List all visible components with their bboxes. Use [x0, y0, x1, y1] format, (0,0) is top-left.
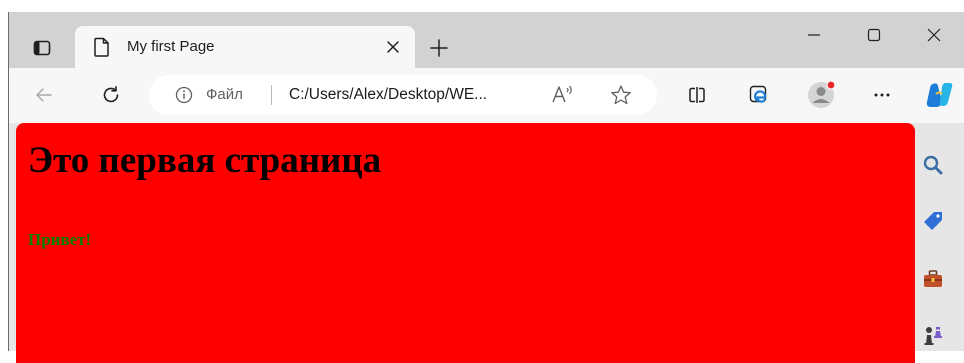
maximize-button[interactable]: [844, 12, 904, 58]
tab-actions-button[interactable]: [22, 32, 62, 64]
toolbar: Файл C:/Users/Alex/Desktop/WE...: [8, 68, 964, 123]
sidebar: [909, 123, 956, 351]
address-url[interactable]: C:/Users/Alex/Desktop/WE...: [289, 86, 487, 104]
address-bar[interactable]: Файл C:/Users/Alex/Desktop/WE...: [149, 75, 657, 115]
ie-mode-button[interactable]: [742, 78, 776, 112]
tab-bar: My first Page: [8, 12, 964, 68]
tag-icon: [924, 212, 942, 230]
address-scheme-label: Файл: [206, 86, 243, 103]
close-tab-button[interactable]: [383, 37, 403, 57]
new-tab-button[interactable]: [424, 33, 454, 63]
profile-icon: [808, 80, 836, 108]
back-arrow-icon: [36, 88, 52, 102]
sidebar-tools-button[interactable]: [919, 265, 947, 293]
window-left-edge: [8, 12, 9, 351]
refresh-icon: [103, 86, 119, 103]
star-icon: [611, 85, 631, 105]
desktop-strip: [0, 0, 964, 12]
address-separator: [271, 85, 272, 105]
back-button[interactable]: [27, 78, 61, 112]
split-screen-button[interactable]: [680, 78, 714, 112]
info-icon: [175, 86, 193, 104]
search-icon: [923, 155, 943, 175]
sidebar-games-button[interactable]: [919, 321, 947, 349]
site-info-button[interactable]: [175, 86, 193, 109]
maximize-icon: [867, 28, 881, 42]
close-window-icon: [927, 28, 941, 42]
ie-mode-icon: [749, 85, 767, 103]
close-window-button[interactable]: [904, 12, 964, 58]
tab-actions-icon: [33, 40, 51, 56]
read-aloud-button[interactable]: [551, 83, 577, 112]
sidebar-shopping-button[interactable]: [919, 207, 947, 235]
plus-icon: [430, 39, 448, 57]
sidebar-search-button[interactable]: [919, 151, 947, 179]
copilot-button[interactable]: [922, 78, 956, 112]
chess-icon: [924, 327, 942, 345]
page-heading: Это первая страница: [28, 140, 382, 181]
more-button[interactable]: [865, 78, 899, 112]
page-paragraph: Привет!: [28, 230, 92, 249]
page-icon: [93, 37, 111, 62]
toolbox-icon: [924, 270, 942, 287]
tab-my-first-page[interactable]: My first Page: [75, 26, 415, 68]
read-aloud-icon: [552, 85, 572, 103]
profile-button[interactable]: [804, 78, 838, 112]
more-icon: [874, 93, 890, 97]
tab-title: My first Page: [127, 38, 215, 55]
favorite-button[interactable]: [610, 84, 632, 111]
refresh-button[interactable]: [94, 78, 128, 112]
minimize-button[interactable]: [784, 12, 844, 58]
close-icon: [387, 41, 399, 53]
window-controls: [784, 12, 964, 58]
split-screen-icon: [689, 87, 705, 103]
minimize-icon: [808, 34, 820, 36]
copilot-icon: [926, 83, 953, 107]
page-content: Это первая страница Привет!: [16, 123, 915, 363]
